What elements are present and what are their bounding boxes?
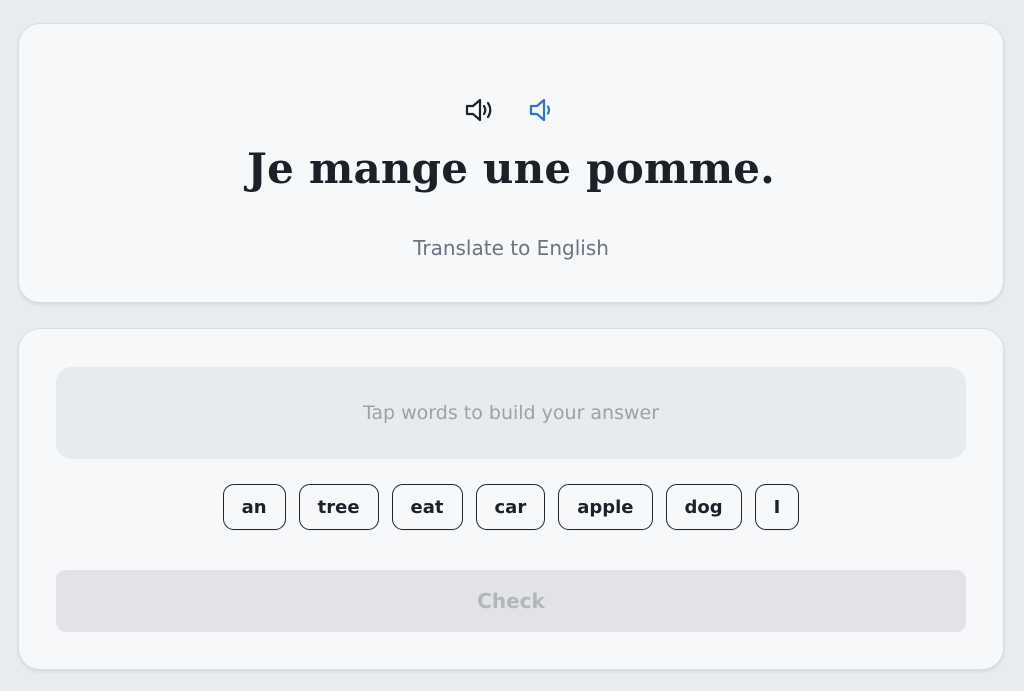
speaker-icon: [465, 98, 492, 122]
answer-placeholder: Tap words to build your answer: [362, 402, 660, 424]
audio-controls: [19, 94, 1003, 126]
prompt-card: Je mange une pomme. Translate to English: [18, 23, 1004, 303]
answer-card: Tap words to build your answer an tree e…: [18, 328, 1004, 670]
word-chip-car[interactable]: car: [475, 484, 546, 530]
word-chip-dog[interactable]: dog: [665, 484, 742, 530]
play-audio-button[interactable]: [464, 94, 496, 126]
word-chip-i[interactable]: I: [754, 484, 800, 530]
word-chip-eat[interactable]: eat: [391, 484, 463, 530]
instruction-text: Translate to English: [413, 236, 609, 260]
prompt-sentence: Je mange une pomme.: [247, 144, 775, 193]
word-chip-an[interactable]: an: [222, 484, 286, 530]
play-audio-slow-button[interactable]: [526, 94, 558, 126]
word-chip-tree[interactable]: tree: [298, 484, 379, 530]
word-chip-apple[interactable]: apple: [558, 484, 653, 530]
speaker-slow-icon: [529, 98, 551, 122]
word-bank: an tree eat car apple dog I: [19, 484, 1003, 530]
answer-drop-area[interactable]: Tap words to build your answer: [56, 367, 966, 459]
check-button[interactable]: Check: [56, 570, 966, 632]
